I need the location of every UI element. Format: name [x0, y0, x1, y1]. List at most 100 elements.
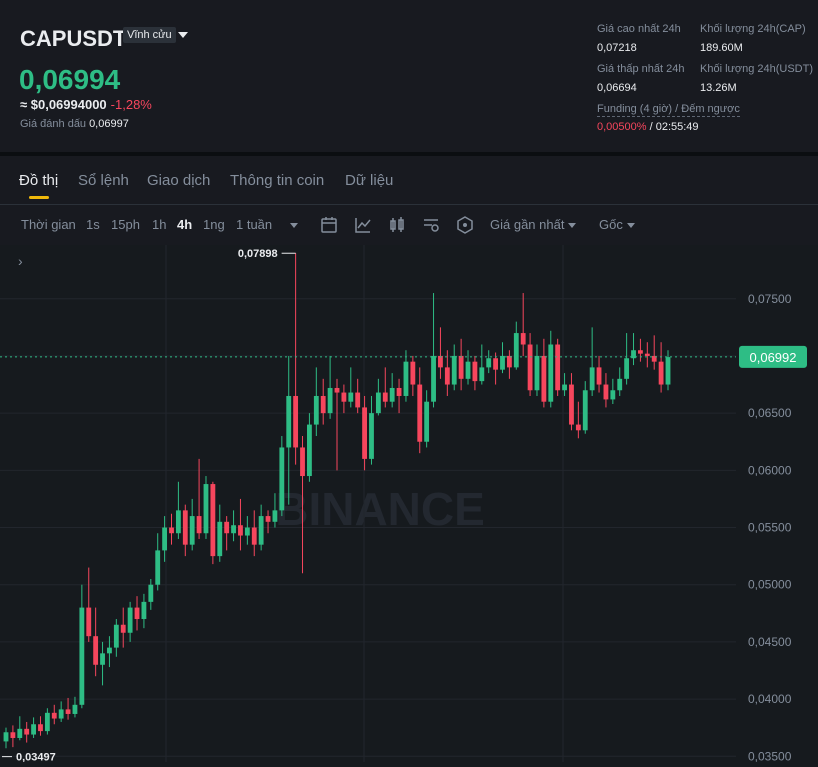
- price-type-dropdown[interactable]: Giá gần nhất: [490, 217, 577, 232]
- approx-usd-value: ≈ $0,06994000: [20, 97, 107, 112]
- low-marker-label: 0,03497: [16, 752, 56, 762]
- tab-data[interactable]: Dữ liệu: [345, 172, 393, 189]
- candle-body: [465, 361, 471, 379]
- candle-body: [3, 732, 9, 742]
- candle-body: [341, 392, 347, 402]
- candlestick-chart-svg[interactable]: BINANCE 0,075000,070000,065000,060000,05…: [0, 245, 818, 764]
- interval-1h[interactable]: 1h: [152, 217, 166, 232]
- interval-15m[interactable]: 15ph: [111, 217, 140, 232]
- candle-body: [369, 413, 374, 459]
- candle-body: [38, 724, 43, 732]
- candle-body: [162, 527, 168, 551]
- candle-body: [458, 355, 464, 379]
- candle-body: [51, 712, 57, 719]
- candle-body: [244, 527, 250, 536]
- stat-label: Giá cao nhất 24h: [597, 23, 681, 35]
- candle-body: [603, 384, 609, 400]
- tab-order-book[interactable]: Sổ lệnh: [78, 172, 129, 189]
- tab-trades[interactable]: Giao dịch: [147, 172, 210, 189]
- candle-body: [155, 550, 161, 585]
- candle-body: [644, 353, 650, 356]
- price-type-label: Giá gần nhất: [490, 217, 565, 232]
- candle-body: [272, 510, 278, 522]
- candle-body: [582, 390, 588, 431]
- high-marker-label: 0,07898: [238, 248, 278, 260]
- candle-body: [520, 333, 526, 345]
- candle-body: [424, 401, 430, 442]
- funding-values: 0,00500% / 02:55:49: [597, 121, 699, 133]
- funding-rate: 0,00500%: [597, 121, 647, 133]
- stat-value: 0,07218: [597, 42, 637, 54]
- candle-body: [451, 355, 457, 385]
- interval-1w[interactable]: 1 tuần: [236, 217, 272, 232]
- candle-body: [555, 344, 561, 391]
- candle-body: [320, 395, 326, 414]
- chevron-right-icon[interactable]: ›: [18, 253, 23, 269]
- interval-4h[interactable]: 4h: [177, 217, 192, 232]
- interval-more-dropdown[interactable]: [286, 217, 298, 232]
- candle-body: [238, 525, 243, 536]
- candle-body: [575, 424, 581, 431]
- candle-body: [58, 709, 64, 719]
- candle-body: [44, 712, 50, 732]
- change-percent: -1,28%: [110, 97, 152, 112]
- candle-body: [444, 367, 450, 385]
- tab-chart[interactable]: Đồ thị: [19, 172, 58, 189]
- candle-body: [300, 447, 305, 477]
- candle-body: [638, 350, 643, 354]
- candle-body: [403, 361, 409, 396]
- candle-body: [251, 527, 257, 545]
- candle-body: [334, 387, 340, 393]
- candle-body: [534, 355, 540, 391]
- candle-body: [410, 361, 416, 385]
- origin-dropdown[interactable]: Gốc: [599, 217, 635, 232]
- candle-body: [493, 358, 499, 370]
- settings-icon[interactable]: [422, 216, 440, 234]
- stat-high-24h: Giá cao nhất 24h 0,07218: [597, 23, 681, 54]
- indicator-icon[interactable]: [354, 216, 372, 234]
- stat-label: Giá thấp nhất 24h: [597, 63, 685, 75]
- candle-body: [189, 516, 195, 545]
- candle-body: [548, 344, 554, 402]
- candle-body: [500, 355, 505, 370]
- chart-toolbar: Thời gian 1s 15ph 1h 4h 1ng 1 tuần Giá g…: [0, 204, 818, 246]
- candle-body: [127, 607, 133, 633]
- contract-type-badge: Vĩnh cửu: [123, 27, 176, 43]
- candle-type-icon[interactable]: [388, 216, 406, 234]
- mark-price-label: Giá đánh dấu: [20, 118, 87, 130]
- candle-body: [486, 358, 492, 368]
- y-tick-label: 0,05000: [748, 578, 792, 592]
- y-tick-label: 0,07500: [748, 292, 792, 306]
- candle-body: [196, 516, 202, 534]
- main-tabs: Đồ thị Sổ lệnh Giao dịch Thông tin coin …: [0, 156, 818, 204]
- interval-1s[interactable]: 1s: [86, 217, 100, 232]
- mark-price: Giá đánh dấu 0,06997: [20, 118, 129, 130]
- candle-body: [120, 624, 126, 633]
- candle-body: [355, 392, 361, 408]
- funding-label[interactable]: Funding (4 giờ) / Đếm ngược: [597, 103, 740, 117]
- active-tab-underline: [29, 196, 49, 199]
- symbol-title[interactable]: CAPUSDT: [20, 26, 126, 52]
- candle-body: [224, 521, 230, 534]
- depth-icon[interactable]: [456, 216, 474, 234]
- stat-volume-usdt: Khối lượng 24h(USDT) 13.26M: [700, 63, 813, 94]
- candle-body: [24, 728, 30, 735]
- stat-label: Khối lượng 24h(USDT): [700, 63, 814, 75]
- y-tick-label: 0,04500: [748, 635, 792, 649]
- candle-body: [17, 728, 23, 738]
- price-chart[interactable]: BINANCE 0,075000,070000,065000,060000,05…: [0, 245, 818, 764]
- y-tick-label: 0,05500: [748, 521, 792, 535]
- tab-coin-info[interactable]: Thông tin coin: [230, 172, 324, 189]
- candle-body: [431, 355, 436, 402]
- candle-body: [307, 424, 312, 477]
- interval-1d[interactable]: 1ng: [203, 217, 225, 232]
- candle-body: [217, 521, 223, 557]
- calendar-icon[interactable]: [320, 216, 338, 234]
- candle-body: [506, 355, 512, 368]
- stat-label: Khối lượng 24h(CAP): [700, 23, 806, 35]
- funding-countdown: / 02:55:49: [649, 121, 699, 133]
- symbol-dropdown-icon[interactable]: [178, 32, 188, 38]
- y-tick-label: 0,06000: [748, 463, 792, 477]
- candle-body: [438, 355, 443, 368]
- candle-body: [348, 392, 354, 402]
